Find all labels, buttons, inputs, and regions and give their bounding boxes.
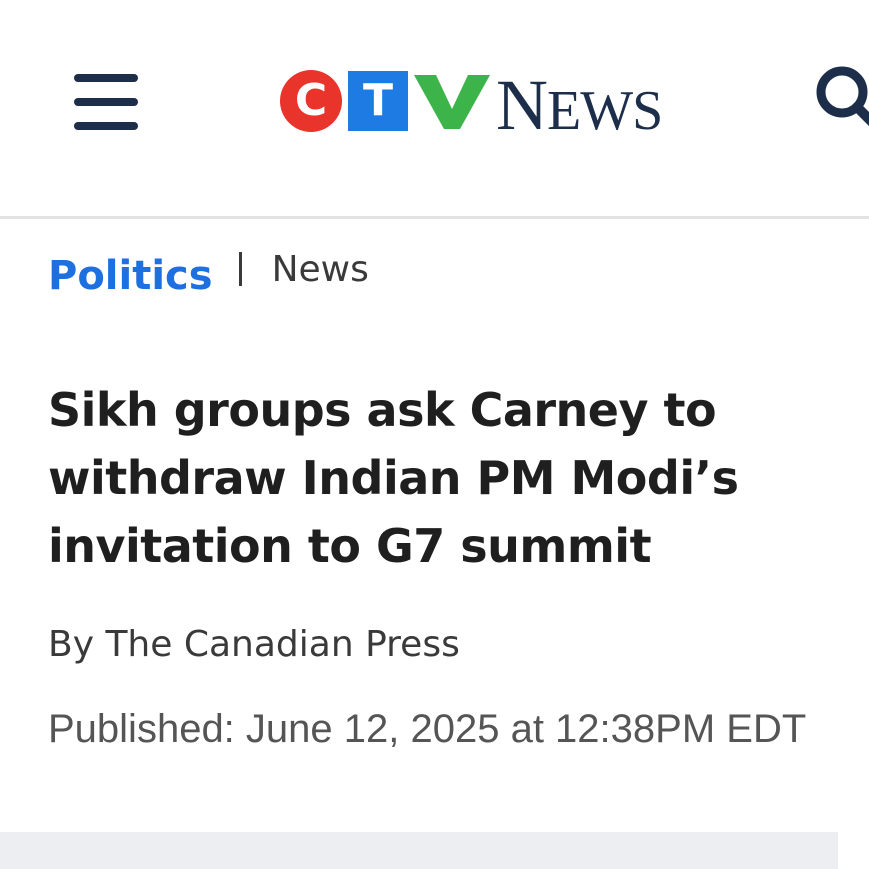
logo-t-square: T: [348, 71, 408, 131]
article-byline: By The Canadian Press: [48, 624, 460, 665]
ad-placeholder: [0, 832, 838, 869]
search-icon[interactable]: [812, 62, 869, 132]
site-header: C T NEWS: [0, 0, 869, 219]
logo-v-checkmark-icon: [414, 75, 490, 129]
ctv-news-logo[interactable]: C T NEWS: [280, 64, 663, 145]
hamburger-menu-icon[interactable]: [74, 74, 138, 130]
breadcrumb-politics-link[interactable]: Politics: [48, 248, 213, 304]
logo-wordmark: NEWS: [496, 65, 663, 145]
breadcrumb-divider: [238, 252, 242, 286]
article-published-date: Published: June 12, 2025 at 12:38PM EDT: [48, 707, 807, 751]
article-headline: Sikh groups ask Carney to withdraw India…: [48, 383, 739, 573]
breadcrumb: Politics News: [48, 248, 369, 304]
breadcrumb-news-link[interactable]: News: [272, 248, 369, 292]
logo-c-circle: C: [280, 70, 342, 132]
